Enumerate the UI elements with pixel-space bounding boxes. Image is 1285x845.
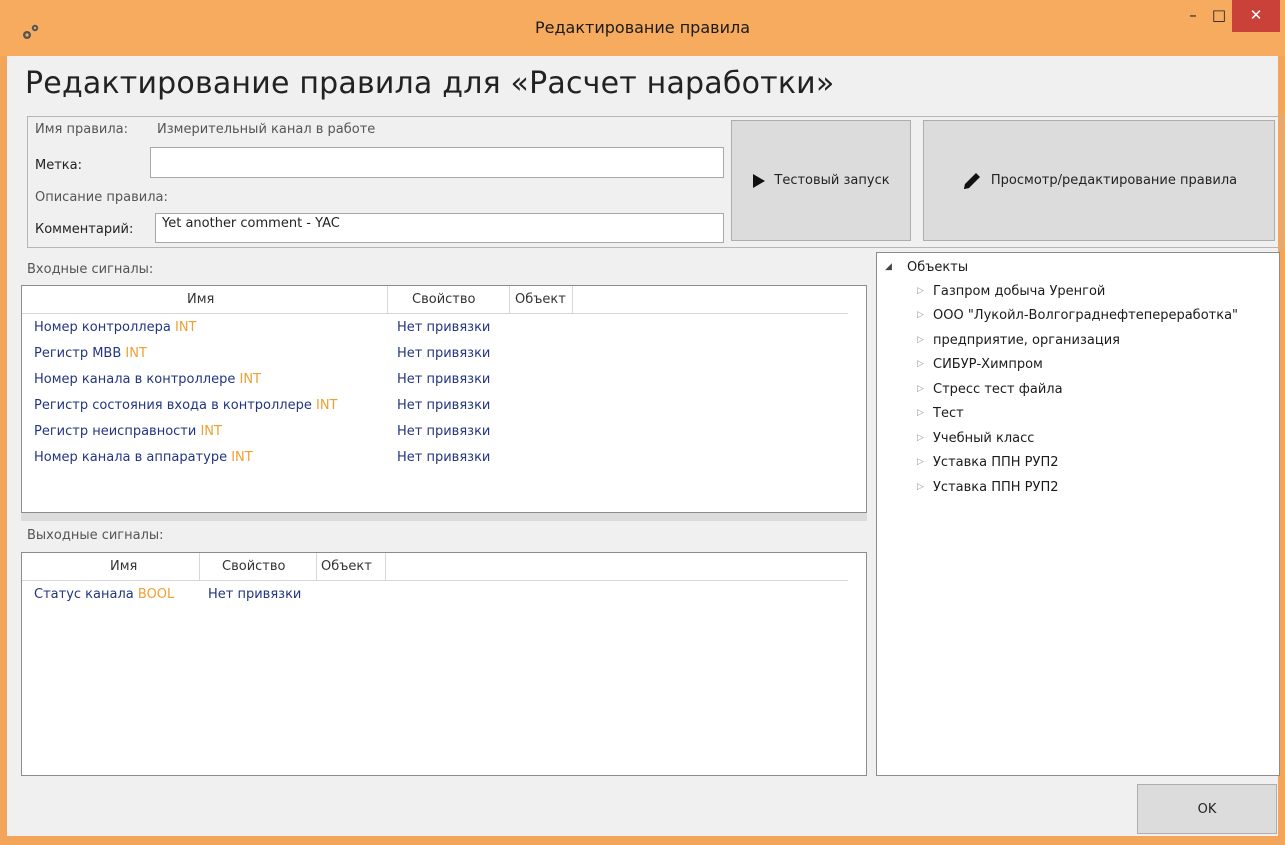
- minimize-button[interactable]: –: [1180, 0, 1206, 32]
- expand-arrow-icon[interactable]: ▷: [917, 286, 924, 296]
- tree-item[interactable]: Тест: [933, 406, 964, 421]
- expand-arrow-icon[interactable]: ▷: [917, 457, 924, 467]
- row-property[interactable]: Нет привязки: [397, 424, 490, 439]
- output-signals-grid[interactable]: Имя Свойство Объект Статус канала BOOL Н…: [21, 552, 867, 776]
- expand-arrow-icon[interactable]: ▷: [917, 482, 924, 492]
- pencil-icon: [963, 172, 980, 189]
- close-button[interactable]: ✕: [1232, 0, 1280, 32]
- table-row[interactable]: Регистр состояния входа в контроллере IN…: [34, 398, 338, 413]
- row-property[interactable]: Нет привязки: [208, 587, 301, 602]
- input-signals-grid[interactable]: Имя Свойство Объект Номер контроллера IN…: [21, 285, 867, 513]
- tag-input[interactable]: [150, 147, 724, 178]
- tree-item[interactable]: Стресс тест файла: [933, 382, 1063, 397]
- output-grid-header: Имя Свойство Объект: [22, 553, 848, 581]
- column-header-object[interactable]: Объект: [321, 559, 372, 574]
- ok-label: OK: [1197, 801, 1217, 817]
- objects-tree[interactable]: ◢ Объекты ▷ Газпром добыча Уренгой ▷ ООО…: [876, 252, 1280, 776]
- expand-arrow-icon[interactable]: ▷: [917, 310, 924, 320]
- test-run-button[interactable]: Тестовый запуск: [731, 120, 911, 241]
- tree-item[interactable]: Уставка ППН РУП2: [933, 455, 1059, 470]
- table-row[interactable]: Номер контроллера INT: [34, 320, 196, 335]
- table-row[interactable]: Регистр МВВ INT: [34, 346, 147, 361]
- tree-root[interactable]: Объекты: [907, 260, 968, 275]
- expand-arrow-icon[interactable]: ▷: [917, 359, 924, 369]
- view-edit-rule-label: Просмотр/редактирование правила: [990, 173, 1238, 188]
- page-title: Редактирование правила для «Расчет нараб…: [25, 66, 835, 101]
- table-row[interactable]: Статус канала BOOL: [34, 587, 174, 602]
- play-icon: [753, 173, 766, 188]
- output-signals-label: Выходные сигналы:: [27, 528, 164, 543]
- window-title: Редактирование правила: [535, 18, 750, 37]
- row-property[interactable]: Нет привязки: [397, 346, 490, 361]
- column-header-name[interactable]: Имя: [110, 559, 137, 574]
- tree-item[interactable]: ООО "Лукойл-Волгограднефтепереработка": [933, 308, 1238, 323]
- expand-arrow-icon[interactable]: ▷: [917, 408, 924, 418]
- description-label: Описание правила:: [35, 190, 168, 205]
- comment-value: Yet another comment - YAC: [162, 216, 340, 231]
- tree-item[interactable]: Учебный класс: [933, 431, 1034, 446]
- dialog-body: Редактирование правила для «Расчет нараб…: [7, 56, 1284, 836]
- input-signals-label: Входные сигналы:: [27, 262, 154, 277]
- column-header-property[interactable]: Свойство: [412, 292, 475, 307]
- tree-item[interactable]: СИБУР-Химпром: [933, 357, 1043, 372]
- row-property[interactable]: Нет привязки: [397, 398, 490, 413]
- maximize-button[interactable]: □: [1206, 0, 1232, 32]
- column-header-property[interactable]: Свойство: [222, 559, 285, 574]
- splitter[interactable]: [21, 513, 867, 521]
- input-grid-header: Имя Свойство Объект: [22, 286, 848, 314]
- expand-arrow-icon[interactable]: ▷: [917, 335, 924, 345]
- tree-item[interactable]: Уставка ППН РУП2: [933, 480, 1059, 495]
- row-property[interactable]: Нет привязки: [397, 320, 490, 335]
- dialog-window: Редактирование правила – □ ✕ Редактирова…: [0, 0, 1285, 845]
- comment-field[interactable]: Yet another comment - YAC: [155, 213, 724, 243]
- rule-name-value: Измерительный канал в работе: [157, 122, 376, 137]
- table-row[interactable]: Номер канала в контроллере INT: [34, 372, 261, 387]
- table-row[interactable]: Номер канала в аппаратуре INT: [34, 450, 253, 465]
- ok-button[interactable]: OK: [1137, 784, 1277, 834]
- title-bar[interactable]: Редактирование правила – □ ✕: [0, 0, 1285, 56]
- row-property[interactable]: Нет привязки: [397, 450, 490, 465]
- table-row[interactable]: Регистр неисправности INT: [34, 424, 222, 439]
- tree-item[interactable]: предприятие, организация: [933, 333, 1120, 348]
- row-property[interactable]: Нет привязки: [397, 372, 490, 387]
- tree-item[interactable]: Газпром добыча Уренгой: [933, 284, 1105, 299]
- expand-arrow-icon[interactable]: ▷: [917, 384, 924, 394]
- rule-name-label: Имя правила:: [35, 122, 128, 137]
- test-run-label: Тестовый запуск: [774, 173, 890, 188]
- view-edit-rule-button[interactable]: Просмотр/редактирование правила: [923, 120, 1275, 241]
- comment-label: Комментарий:: [35, 222, 134, 237]
- tag-label: Метка:: [35, 158, 82, 173]
- column-header-name[interactable]: Имя: [187, 292, 214, 307]
- column-header-object[interactable]: Объект: [515, 292, 566, 307]
- expand-arrow-icon[interactable]: ▷: [917, 433, 924, 443]
- collapse-arrow-icon[interactable]: ◢: [885, 262, 892, 272]
